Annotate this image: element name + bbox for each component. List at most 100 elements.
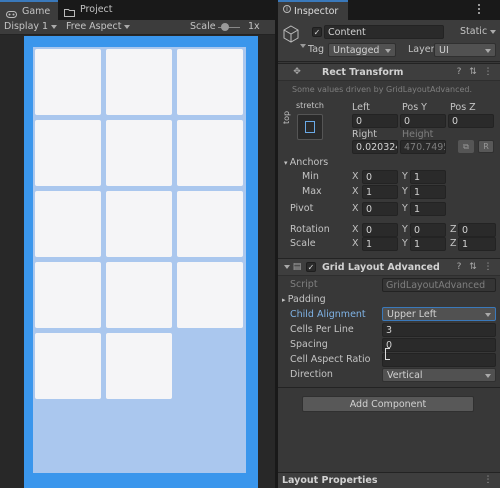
move-arrows-icon: ✥ bbox=[293, 67, 301, 77]
pivot-x-input[interactable]: 0 bbox=[362, 202, 398, 216]
anchor-preset-button[interactable] bbox=[297, 114, 323, 140]
grid-cell bbox=[35, 262, 101, 328]
active-checkbox[interactable]: ✓ bbox=[312, 27, 322, 37]
anchors-foldout[interactable]: ▾ Anchors bbox=[284, 156, 328, 170]
chevron-down-icon bbox=[385, 49, 391, 53]
rot-z-label: Z bbox=[450, 224, 457, 235]
direction-value: Vertical bbox=[387, 370, 423, 381]
max-x-label: X bbox=[352, 186, 359, 197]
driven-note: Some values driven by GridLayoutAdvanced… bbox=[292, 85, 473, 94]
tab-project-label: Project bbox=[80, 4, 113, 15]
cube-icon bbox=[281, 24, 301, 44]
grid-layout-header[interactable]: ▤ ✓ Grid Layout Advanced ? ⇅ ⋮ bbox=[278, 258, 500, 276]
pivot-y-input[interactable]: 1 bbox=[410, 202, 446, 216]
min-label: Min bbox=[302, 171, 319, 182]
layout-properties-bar[interactable]: Layout Properties ⋮ bbox=[278, 472, 500, 488]
layout-properties-title: Layout Properties bbox=[282, 475, 378, 486]
rot-z-input[interactable]: 0 bbox=[458, 223, 496, 237]
direction-label: Direction bbox=[290, 369, 333, 380]
anchor-stretch-icon bbox=[305, 121, 315, 133]
scale-x-input[interactable]: 1 bbox=[362, 237, 398, 251]
kebab-menu-icon[interactable]: ⋮ bbox=[483, 67, 493, 77]
chevron-down-icon[interactable] bbox=[300, 44, 306, 48]
max-y-input[interactable]: 1 bbox=[410, 185, 446, 199]
layer-dropdown[interactable]: UI bbox=[434, 43, 496, 57]
spacing-input[interactable]: 0 bbox=[382, 338, 496, 352]
text-cursor-icon bbox=[385, 348, 390, 360]
component-enabled-checkbox[interactable]: ✓ bbox=[306, 262, 316, 272]
static-label: Static bbox=[460, 26, 488, 37]
min-x-label: X bbox=[352, 171, 359, 182]
chevron-down-icon bbox=[485, 374, 491, 378]
chevron-down-icon bbox=[284, 265, 290, 269]
anchors-label: Anchors bbox=[289, 157, 329, 168]
kebab-menu-icon[interactable]: ⋮ bbox=[483, 262, 493, 272]
display-value: Display 1 bbox=[4, 21, 49, 32]
more-options-icon[interactable] bbox=[478, 4, 481, 14]
add-component-button[interactable]: Add Component bbox=[302, 396, 474, 412]
min-y-input[interactable]: 1 bbox=[410, 170, 446, 184]
grid-cell bbox=[35, 120, 101, 186]
tag-dropdown[interactable]: Untagged bbox=[328, 43, 396, 57]
cells-per-line-input[interactable]: 3 bbox=[382, 323, 496, 337]
grid-cell bbox=[177, 120, 243, 186]
anchor-preset-top-label: stretch bbox=[296, 101, 324, 110]
rect-transform-header[interactable]: ✥ Rect Transform ? ⇅ ⋮ bbox=[278, 63, 500, 81]
chevron-down-icon bbox=[51, 24, 58, 29]
tab-inspector-label: Inspector bbox=[294, 6, 339, 17]
raw-edit-button[interactable]: R bbox=[478, 140, 494, 153]
help-icon[interactable]: ? bbox=[454, 262, 464, 272]
right-input[interactable]: 0.020324 bbox=[352, 140, 398, 154]
max-label: Max bbox=[302, 186, 322, 197]
scale-y-input[interactable]: 1 bbox=[410, 237, 446, 251]
component-divider bbox=[278, 387, 500, 388]
grid-layout-title: Grid Layout Advanced bbox=[322, 262, 440, 273]
rot-x-input[interactable]: 0 bbox=[362, 223, 398, 237]
object-name-input[interactable]: Content bbox=[324, 25, 444, 39]
pivot-y-label: Y bbox=[402, 203, 408, 214]
anchor-preset-side-text: top bbox=[282, 110, 291, 124]
static-toggle[interactable]: Static bbox=[460, 25, 497, 39]
script-value: GridLayoutAdvanced bbox=[386, 280, 486, 291]
scale-slider-handle[interactable] bbox=[221, 23, 229, 31]
preset-icon[interactable]: ⇅ bbox=[468, 262, 478, 272]
pivot-label: Pivot bbox=[290, 203, 314, 214]
left-input[interactable]: 0 bbox=[352, 114, 398, 128]
grid-cell bbox=[177, 262, 243, 328]
scale-row-label: Scale bbox=[290, 238, 316, 249]
inspector-panel: i Inspector ✓ Content Static Tag Untagge… bbox=[278, 0, 500, 488]
direction-dropdown[interactable]: Vertical bbox=[382, 368, 496, 382]
display-dropdown[interactable]: Display 1 bbox=[4, 20, 58, 34]
grid-layout-content bbox=[33, 47, 246, 473]
posy-input[interactable]: 0 bbox=[400, 114, 446, 128]
preset-icon[interactable]: ⇅ bbox=[468, 67, 478, 77]
rot-y-label: Y bbox=[402, 224, 408, 235]
min-x-input[interactable]: 0 bbox=[362, 170, 398, 184]
game-toolbar: Display 1 Free Aspect Scale 1x bbox=[0, 20, 275, 35]
height-input: 470.7495 bbox=[400, 140, 446, 154]
cell-aspect-ratio-input[interactable] bbox=[382, 353, 496, 367]
posz-input[interactable]: 0 bbox=[448, 114, 494, 128]
grid-cell bbox=[106, 120, 172, 186]
script-icon: ▤ bbox=[292, 262, 302, 272]
tab-inspector[interactable]: i Inspector bbox=[278, 0, 348, 20]
rot-y-input[interactable]: 0 bbox=[410, 223, 446, 237]
grid-cell bbox=[106, 262, 172, 328]
cells-per-line-label: Cells Per Line bbox=[290, 324, 354, 335]
tab-project[interactable]: Project bbox=[58, 0, 128, 20]
child-alignment-dropdown[interactable]: Upper Left bbox=[382, 307, 496, 321]
max-x-input[interactable]: 1 bbox=[362, 185, 398, 199]
aspect-dropdown[interactable]: Free Aspect bbox=[66, 20, 131, 34]
scale-z-input[interactable]: 1 bbox=[458, 237, 496, 251]
blueprint-mode-button[interactable]: ⧉ bbox=[458, 140, 474, 153]
layer-label: Layer bbox=[408, 44, 435, 55]
aspect-value: Free Aspect bbox=[66, 21, 122, 32]
tab-game[interactable]: Game bbox=[0, 0, 58, 20]
rot-x-label: X bbox=[352, 224, 359, 235]
padding-foldout[interactable]: ▸ Padding bbox=[282, 293, 326, 307]
help-icon[interactable]: ? bbox=[454, 67, 464, 77]
chevron-down-icon bbox=[124, 24, 131, 29]
tag-value: Untagged bbox=[333, 45, 380, 56]
kebab-menu-icon[interactable]: ⋮ bbox=[483, 475, 493, 485]
layer-value: UI bbox=[439, 45, 449, 56]
